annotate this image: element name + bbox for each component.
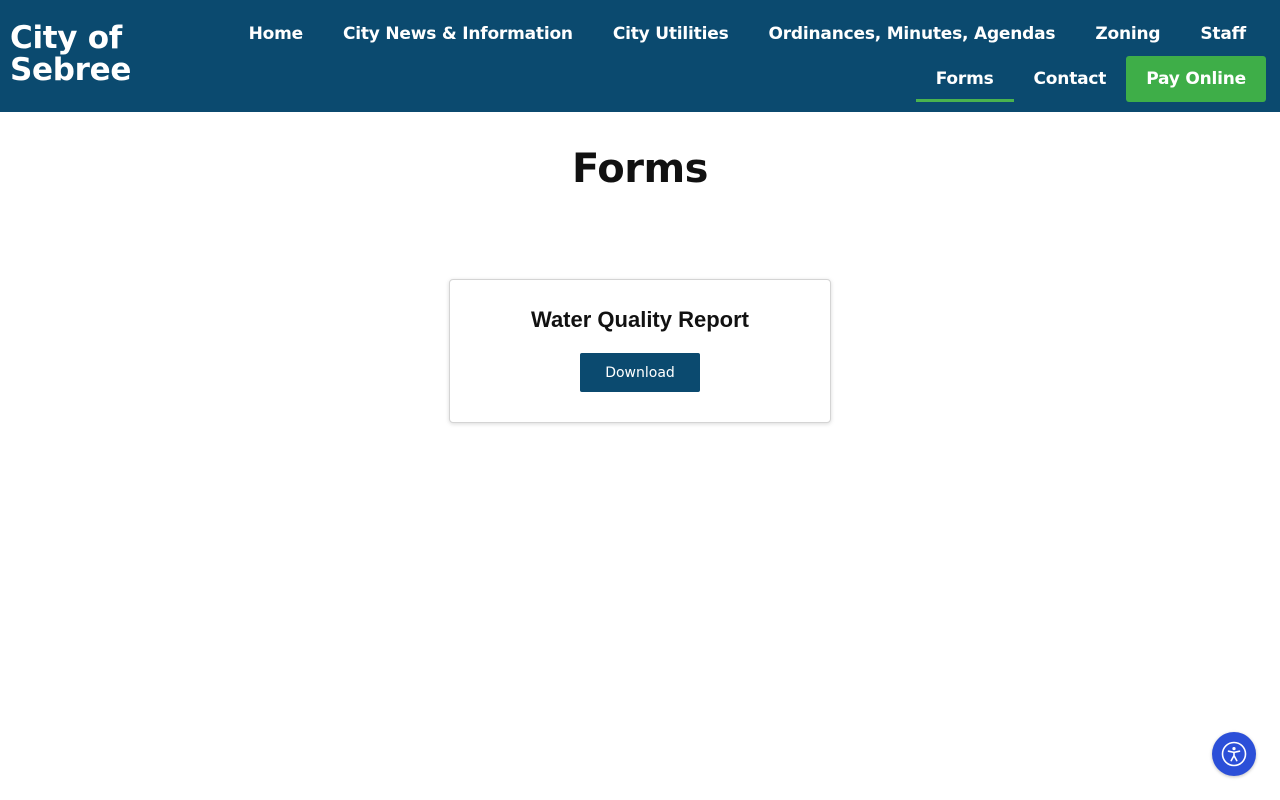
- nav-item-city-utilities[interactable]: City Utilities: [593, 12, 749, 56]
- nav-item-ordinances[interactable]: Ordinances, Minutes, Agendas: [749, 12, 1076, 56]
- accessibility-button[interactable]: [1212, 732, 1256, 776]
- main-nav-primary: Home City News & Information City Utilit…: [229, 12, 1266, 56]
- form-card-title: Water Quality Report: [531, 307, 749, 332]
- site-logo[interactable]: City of Sebree: [10, 22, 140, 86]
- page-title: Forms: [572, 146, 708, 192]
- main-nav-secondary: Forms Contact Pay Online: [915, 56, 1266, 102]
- accessibility-icon: [1221, 741, 1247, 767]
- nav-item-staff[interactable]: Staff: [1180, 12, 1266, 56]
- pay-online-button[interactable]: Pay Online: [1126, 56, 1266, 102]
- download-button[interactable]: Download: [580, 353, 700, 392]
- site-header: City of Sebree Home City News & Informat…: [0, 0, 1280, 112]
- form-card: Water Quality Report Download: [449, 279, 831, 423]
- nav-item-home[interactable]: Home: [229, 12, 323, 56]
- nav-item-forms[interactable]: Forms: [915, 56, 1014, 102]
- nav-item-city-news[interactable]: City News & Information: [323, 12, 593, 56]
- nav-item-zoning[interactable]: Zoning: [1075, 12, 1180, 56]
- nav-item-contact[interactable]: Contact: [1014, 56, 1127, 102]
